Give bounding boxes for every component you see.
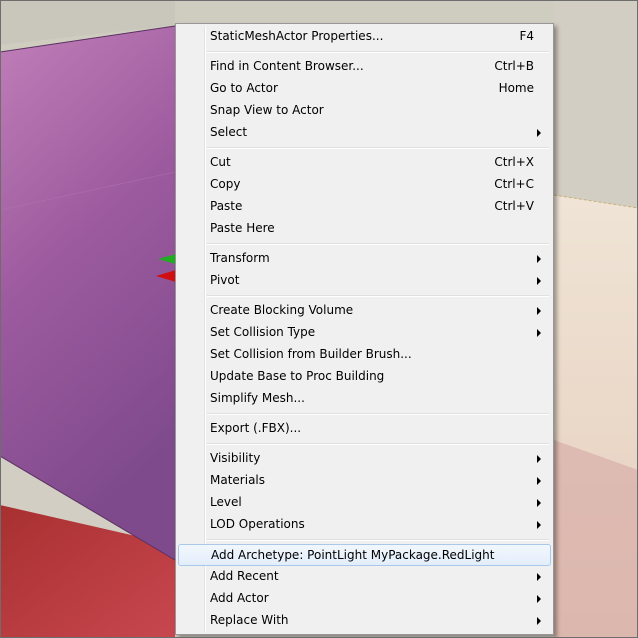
submenu-arrow-icon [537, 307, 541, 315]
menu-item-shortcut: F4 [519, 29, 534, 43]
menu-item-label: LOD Operations [210, 517, 305, 531]
menu-item-label: Set Collision Type [210, 325, 316, 339]
menu-separator [207, 539, 549, 541]
menu-item-snap-view-to-actor[interactable]: Snap View to Actor [178, 100, 551, 122]
menu-item-label: Materials [210, 473, 266, 487]
menu-item-cut[interactable]: Cut Ctrl+X [178, 152, 551, 174]
menu-item-label: StaticMeshActor Properties... [210, 29, 384, 43]
menu-item-staticmeshactor-properties[interactable]: StaticMeshActor Properties... F4 [178, 26, 551, 48]
menu-separator [207, 295, 549, 297]
menu-item-label: Simplify Mesh... [210, 391, 305, 405]
submenu-arrow-icon [537, 477, 541, 485]
submenu-arrow-icon [537, 573, 541, 581]
menu-separator [207, 243, 549, 245]
menu-item-pivot[interactable]: Pivot [178, 270, 551, 292]
menu-item-label: Transform [210, 251, 270, 265]
menu-item-add-recent[interactable]: Add Recent [178, 566, 551, 588]
menu-item-paste[interactable]: Paste Ctrl+V [178, 196, 551, 218]
menu-item-shortcut: Home [498, 81, 534, 95]
submenu-arrow-icon [537, 277, 541, 285]
submenu-arrow-icon [537, 521, 541, 529]
menu-separator [207, 147, 549, 149]
menu-item-shortcut: Ctrl+V [494, 199, 534, 213]
menu-item-update-base-to-proc-building[interactable]: Update Base to Proc Building [178, 366, 551, 388]
menu-item-lod-operations[interactable]: LOD Operations [178, 514, 551, 536]
submenu-arrow-icon [537, 617, 541, 625]
menu-item-label: Pivot [210, 273, 240, 287]
menu-item-simplify-mesh[interactable]: Simplify Mesh... [178, 388, 551, 410]
menu-item-go-to-actor[interactable]: Go to Actor Home [178, 78, 551, 100]
menu-item-label: Export (.FBX)... [210, 421, 302, 435]
menu-item-label: Create Blocking Volume [210, 303, 354, 317]
menu-item-select[interactable]: Select [178, 122, 551, 144]
actor-context-menu: StaticMeshActor Properties... F4 Find in C… [175, 23, 554, 635]
menu-item-label: Snap View to Actor [210, 103, 324, 117]
submenu-arrow-icon [537, 255, 541, 263]
menu-item-label: Add Recent [210, 569, 279, 583]
menu-separator [207, 413, 549, 415]
menu-item-shortcut: Ctrl+C [494, 177, 534, 191]
submenu-arrow-icon [537, 455, 541, 463]
menu-item-set-collision-from-builder-brush[interactable]: Set Collision from Builder Brush... [178, 344, 551, 366]
submenu-arrow-icon [537, 329, 541, 337]
menu-item-label: Copy [210, 177, 241, 191]
menu-item-set-collision-type[interactable]: Set Collision Type [178, 322, 551, 344]
menu-item-label: Find in Content Browser... [210, 59, 364, 73]
menu-item-label: Go to Actor [210, 81, 278, 95]
sky-right [554, 0, 638, 208]
menu-item-label: Visibility [210, 451, 261, 465]
menu-item-label: Update Base to Proc Building [210, 369, 385, 383]
menu-item-add-archetype-pointlight-mypackage-redlight[interactable]: Add Archetype: PointLight MyPackage.RedL… [178, 544, 551, 566]
menu-item-label: Select [210, 125, 248, 139]
wall-shadow [554, 440, 638, 638]
menu-item-export-fbx[interactable]: Export (.FBX)... [178, 418, 551, 440]
menu-separator [207, 51, 549, 53]
menu-item-shortcut: Ctrl+X [494, 155, 534, 169]
menu-item-label: Add Actor [210, 591, 269, 605]
menu-item-add-actor[interactable]: Add Actor [178, 588, 551, 610]
menu-item-find-in-content-browser[interactable]: Find in Content Browser... Ctrl+B [178, 56, 551, 78]
submenu-arrow-icon [537, 595, 541, 603]
menu-item-replace-with[interactable]: Replace With [178, 610, 551, 632]
menu-item-label: Paste Here [210, 221, 275, 235]
menu-item-level[interactable]: Level [178, 492, 551, 514]
menu-item-label: Set Collision from Builder Brush... [210, 347, 412, 361]
menu-item-visibility[interactable]: Visibility [178, 448, 551, 470]
menu-item-label: Level [210, 495, 242, 509]
menu-item-label: Add Archetype: PointLight MyPackage.RedL… [211, 548, 495, 562]
submenu-arrow-icon [537, 499, 541, 507]
menu-item-copy[interactable]: Copy Ctrl+C [178, 174, 551, 196]
menu-item-label: Cut [210, 155, 231, 169]
menu-item-label: Replace With [210, 613, 289, 627]
menu-item-materials[interactable]: Materials [178, 470, 551, 492]
menu-item-paste-here[interactable]: Paste Here [178, 218, 551, 240]
menu-item-shortcut: Ctrl+B [494, 59, 534, 73]
submenu-arrow-icon [537, 129, 541, 137]
menu-item-label: Paste [210, 199, 243, 213]
menu-item-transform[interactable]: Transform [178, 248, 551, 270]
menu-item-create-blocking-volume[interactable]: Create Blocking Volume [178, 300, 551, 322]
menu-separator [207, 443, 549, 445]
